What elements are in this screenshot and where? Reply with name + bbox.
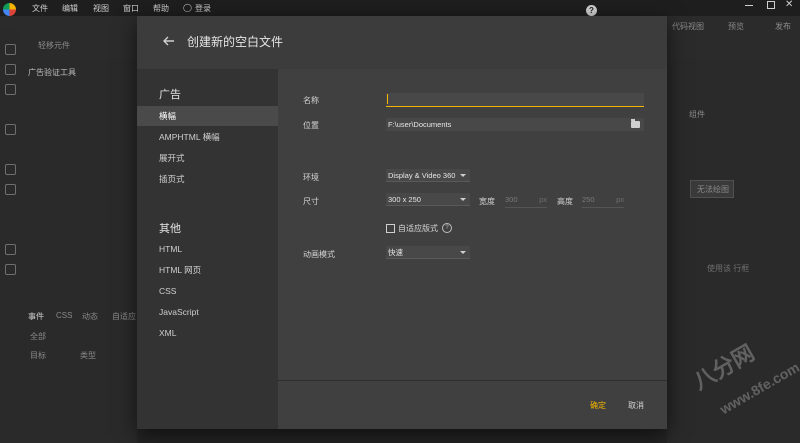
nav-item-banner[interactable]: 横幅 xyxy=(137,106,278,126)
draw-button-label: 无法绘图 xyxy=(697,185,729,194)
responsive-tab[interactable]: 自适应 xyxy=(112,311,136,322)
nav-heading-other: 其他 xyxy=(159,223,181,235)
chevron-down-icon xyxy=(460,174,466,177)
shape-tool-icon[interactable] xyxy=(5,84,16,95)
menu-view[interactable]: 视图 xyxy=(93,3,109,14)
hint-text: 使用该 行框 xyxy=(707,264,750,273)
height-input[interactable]: 250 px xyxy=(582,195,624,208)
width-label: 宽度 xyxy=(479,197,495,206)
select-tool-icon[interactable] xyxy=(5,44,16,55)
chevron-down-icon xyxy=(460,251,466,254)
dialog-footer xyxy=(278,380,667,429)
environment-label: 环境 xyxy=(303,173,319,182)
width-input[interactable]: 300 px xyxy=(505,195,547,208)
nav-item-html[interactable]: HTML xyxy=(137,239,278,259)
responsive-label: 自适应版式 xyxy=(398,224,438,233)
ad-validator-tab[interactable]: 广告验证工具 xyxy=(28,67,76,78)
chevron-down-icon xyxy=(460,198,466,201)
col-type: 类型 xyxy=(80,351,96,360)
back-arrow-icon[interactable] xyxy=(161,33,177,49)
new-file-dialog: 创建新的空白文件 广告 横幅 AMPHTML 横幅 展开式 插页式 其他 HTM… xyxy=(137,16,667,429)
filter-select[interactable]: 全部 xyxy=(30,331,46,342)
tools-panel xyxy=(0,30,20,443)
css-tab[interactable]: CSS xyxy=(56,311,72,320)
menu-login[interactable]: 登录 xyxy=(195,3,211,14)
brush-tool-icon[interactable] xyxy=(5,124,16,135)
dynamic-tab[interactable]: 动态 xyxy=(82,311,98,322)
col-target: 目标 xyxy=(30,351,46,360)
menu-file[interactable]: 文件 xyxy=(32,3,48,14)
draw-button[interactable]: 无法绘图 xyxy=(690,180,734,198)
size-select-value: 300 x 250 xyxy=(388,195,421,204)
width-value: 300 xyxy=(505,195,518,204)
animation-select[interactable]: 快速 xyxy=(386,246,470,259)
nav-item-html-page[interactable]: HTML 网页 xyxy=(137,260,278,280)
folder-icon[interactable] xyxy=(631,119,640,128)
menu-help[interactable]: 帮助 xyxy=(153,3,169,14)
help-circle-icon[interactable]: ? xyxy=(442,223,452,233)
width-unit: px xyxy=(539,195,547,204)
right-panel: 组件 使用该 行框 xyxy=(667,59,800,443)
dialog-form xyxy=(278,69,667,380)
nav-item-xml[interactable]: XML xyxy=(137,323,278,343)
file-type-nav: 广告 横幅 AMPHTML 横幅 展开式 插页式 其他 HTML HTML 网页… xyxy=(137,69,278,429)
left-panel: 广告验证工具 事件 CSS 动态 自适应 全部 目标 类型 xyxy=(20,59,137,443)
minimize-icon[interactable] xyxy=(745,5,753,6)
location-field[interactable]: F:\user\Documents xyxy=(386,118,644,131)
events-tab[interactable]: 事件 xyxy=(28,311,44,322)
dialog-header: 创建新的空白文件 xyxy=(137,16,667,69)
name-label: 名称 xyxy=(303,96,319,105)
height-value: 250 xyxy=(582,195,595,204)
app-logo-icon xyxy=(3,3,16,16)
height-label: 高度 xyxy=(557,197,573,206)
size-select[interactable]: 300 x 250 xyxy=(386,193,470,206)
help-icon[interactable]: ? xyxy=(586,5,597,16)
publish-label[interactable]: 发布 xyxy=(775,21,791,32)
menu-edit[interactable]: 编辑 xyxy=(62,3,78,14)
maximize-icon[interactable] xyxy=(767,1,775,9)
dialog-title: 创建新的空白文件 xyxy=(187,35,284,49)
nav-item-javascript[interactable]: JavaScript xyxy=(137,302,278,322)
code-view-label[interactable]: 代码视图 xyxy=(672,21,704,32)
close-window-icon[interactable]: ✕ xyxy=(785,0,793,10)
preview-label[interactable]: 预览 xyxy=(728,21,744,32)
responsive-checkbox[interactable] xyxy=(386,224,395,233)
hand-tool-icon[interactable] xyxy=(5,244,16,255)
location-label: 位置 xyxy=(303,121,319,130)
animation-select-value: 快速 xyxy=(388,248,403,257)
cancel-button[interactable]: 取消 xyxy=(628,400,644,411)
size-label: 尺寸 xyxy=(303,197,319,206)
environment-select[interactable]: Display & Video 360 xyxy=(386,169,470,182)
text-caret xyxy=(387,94,388,104)
rect-tool-icon[interactable] xyxy=(5,184,16,195)
components-tab[interactable]: 组件 xyxy=(689,109,705,120)
name-input[interactable] xyxy=(386,93,644,107)
nav-item-css[interactable]: CSS xyxy=(137,281,278,301)
pen-tool-icon[interactable] xyxy=(5,64,16,75)
height-unit: px xyxy=(616,195,624,204)
nav-item-interstitial[interactable]: 插页式 xyxy=(137,169,278,189)
environment-select-value: Display & Video 360 xyxy=(388,171,456,180)
ok-button[interactable]: 确定 xyxy=(590,400,606,411)
nav-heading-ads: 广告 xyxy=(159,89,181,101)
nav-item-expandable[interactable]: 展开式 xyxy=(137,148,278,168)
menu-bar: 文件 编辑 视图 窗口 帮助 ◯ 登录 ? ✕ xyxy=(0,0,800,16)
animation-label: 动画模式 xyxy=(303,250,335,259)
zoom-tool-icon[interactable] xyxy=(5,264,16,275)
menu-window[interactable]: 窗口 xyxy=(123,3,139,14)
nav-item-amphtml-banner[interactable]: AMPHTML 横幅 xyxy=(137,127,278,147)
toolbar-label: 轻移元件 xyxy=(38,41,70,50)
text-tool-icon[interactable] xyxy=(5,164,16,175)
login-user-icon[interactable]: ◯ xyxy=(183,3,192,12)
